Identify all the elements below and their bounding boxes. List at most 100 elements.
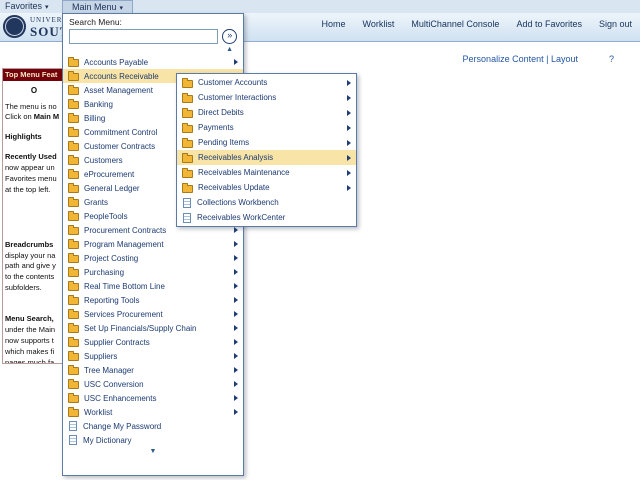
submenu-arrow-icon xyxy=(234,339,238,345)
section-body: display your na path and give y to the c… xyxy=(5,251,63,295)
folder-icon xyxy=(68,241,79,249)
folder-icon xyxy=(68,157,79,165)
folder-icon xyxy=(68,143,79,151)
main-menu-button[interactable]: Main Menu▾ xyxy=(62,0,133,13)
main-menu-item[interactable]: Suppliers xyxy=(63,349,243,363)
submenu-arrow-icon xyxy=(234,409,238,415)
menu-item-label: Program Management xyxy=(84,240,230,249)
submenu-item[interactable]: Receivables Analysis xyxy=(177,150,356,165)
main-menu-item[interactable]: Services Procurement xyxy=(63,307,243,321)
submenu-arrow-icon xyxy=(234,325,238,331)
nav-link[interactable]: Home xyxy=(322,19,346,29)
submenu-item-label: Receivables Analysis xyxy=(198,153,343,162)
folder-icon xyxy=(68,101,79,109)
submenu-item[interactable]: Receivables Update xyxy=(177,180,356,195)
chevron-down-icon: ▾ xyxy=(45,4,49,11)
personalize-content-link[interactable]: Content xyxy=(512,54,544,64)
search-label: Search Menu: xyxy=(69,17,237,27)
nav-link[interactable]: Worklist xyxy=(363,19,395,29)
main-menu-item[interactable]: Real Time Bottom Line xyxy=(63,279,243,293)
main-menu-item[interactable]: USC Conversion xyxy=(63,377,243,391)
nav-link[interactable]: Sign out xyxy=(599,19,632,29)
nav-link[interactable]: MultiChannel Console xyxy=(411,19,499,29)
main-menu-item[interactable]: Change My Password xyxy=(63,419,243,433)
chevron-down-icon: ▾ xyxy=(120,5,124,12)
submenu-item[interactable]: Customer Interactions xyxy=(177,90,356,105)
intro-line2-bold: Main M xyxy=(34,112,59,121)
menu-item-label: USC Conversion xyxy=(84,380,230,389)
peoplesoft-portal: Favorites▾ Main Menu▾ UNIVERSITY SOUTH H… xyxy=(0,0,640,480)
main-menu-item[interactable]: Project Costing xyxy=(63,251,243,265)
panel-sections: Recently Used now appear un Favorites me… xyxy=(5,152,63,364)
submenu-arrow-icon xyxy=(234,59,238,65)
submenu-arrow-icon xyxy=(234,367,238,373)
folder-icon xyxy=(68,381,79,389)
submenu-item[interactable]: Pending Items xyxy=(177,135,356,150)
main-menu-item[interactable]: USC Enhancements xyxy=(63,391,243,405)
panel-body: O The menu is no Click on Main M Highlig… xyxy=(3,81,65,364)
panel-section: Menu Search, under the Main now supports… xyxy=(5,314,63,364)
submenu-arrow-icon xyxy=(234,311,238,317)
favorites-label: Favorites xyxy=(5,1,42,11)
submenu-arrow-icon xyxy=(234,381,238,387)
main-menu-item[interactable]: Program Management xyxy=(63,237,243,251)
document-icon xyxy=(69,421,77,431)
menu-search-input[interactable] xyxy=(69,29,218,44)
nav-link[interactable]: Add to Favorites xyxy=(516,19,582,29)
submenu-item-label: Direct Debits xyxy=(198,108,343,117)
submenu-item[interactable]: Collections Workbench xyxy=(177,195,356,210)
main-menu-item[interactable]: Reporting Tools xyxy=(63,293,243,307)
main-menu-item[interactable]: Accounts Payable xyxy=(63,55,243,69)
submenu-arrow-icon xyxy=(234,283,238,289)
panel-intro: The menu is no Click on Main M xyxy=(5,102,63,124)
personalize-layout-link[interactable]: Layout xyxy=(551,54,578,64)
section-body: under the Main now supports t which make… xyxy=(5,325,63,364)
scroll-down-icon[interactable]: ▼ xyxy=(63,447,243,457)
accounts-receivable-submenu: Customer Accounts Customer Interactions … xyxy=(176,73,357,227)
submenu-item[interactable]: Receivables WorkCenter xyxy=(177,210,356,225)
submenu-item[interactable]: Payments xyxy=(177,120,356,135)
panel-section: Recently Used now appear un Favorites me… xyxy=(5,152,63,196)
submenu-arrow-icon xyxy=(347,95,351,101)
help-icon[interactable]: ? xyxy=(609,54,614,64)
document-icon xyxy=(183,198,191,208)
main-menu-item[interactable]: Tree Manager xyxy=(63,363,243,377)
main-menu-label: Main Menu xyxy=(72,2,117,12)
search-go-button[interactable]: » xyxy=(222,29,237,44)
section-lead: Breadcrumbs xyxy=(5,240,53,249)
submenu-arrow-icon xyxy=(347,185,351,191)
menu-item-label: Supplier Contracts xyxy=(84,338,230,347)
folder-icon xyxy=(68,213,79,221)
separator: | xyxy=(544,54,551,64)
scroll-up-icon[interactable]: ▲ xyxy=(63,45,243,55)
folder-icon xyxy=(182,95,193,103)
menu-item-label: Suppliers xyxy=(84,352,230,361)
folder-icon xyxy=(68,311,79,319)
intro-line1: The menu is no xyxy=(5,102,63,113)
favorites-menu-button[interactable]: Favorites▾ xyxy=(5,1,49,11)
submenu-item[interactable]: Customer Accounts xyxy=(177,75,356,90)
menu-item-label: Purchasing xyxy=(84,268,230,277)
main-menu-item[interactable]: Worklist xyxy=(63,405,243,419)
folder-icon xyxy=(182,185,193,193)
intro-line2-pre: Click on xyxy=(5,112,34,121)
submenu-arrow-icon xyxy=(347,80,351,86)
submenu-arrow-icon xyxy=(347,170,351,176)
main-menu-item[interactable]: Set Up Financials/Supply Chain xyxy=(63,321,243,335)
submenu-item-label: Collections Workbench xyxy=(197,198,343,207)
submenu-arrow-icon xyxy=(234,297,238,303)
main-menu-item[interactable]: My Dictionary xyxy=(63,433,243,447)
main-menu-item[interactable]: Purchasing xyxy=(63,265,243,279)
menu-item-label: Real Time Bottom Line xyxy=(84,282,230,291)
menu-item-label: My Dictionary xyxy=(83,436,230,445)
folder-icon xyxy=(68,73,79,81)
section-lead: Recently Used xyxy=(5,152,57,161)
menu-search-area: Search Menu: » xyxy=(63,14,243,45)
submenu-item[interactable]: Direct Debits xyxy=(177,105,356,120)
menu-item-label: Services Procurement xyxy=(84,310,230,319)
submenu-item[interactable]: Receivables Maintenance xyxy=(177,165,356,180)
submenu-arrow-icon xyxy=(347,155,351,161)
menu-item-label: Reporting Tools xyxy=(84,296,230,305)
intro-line2: Click on Main M xyxy=(5,112,63,123)
main-menu-item[interactable]: Supplier Contracts xyxy=(63,335,243,349)
